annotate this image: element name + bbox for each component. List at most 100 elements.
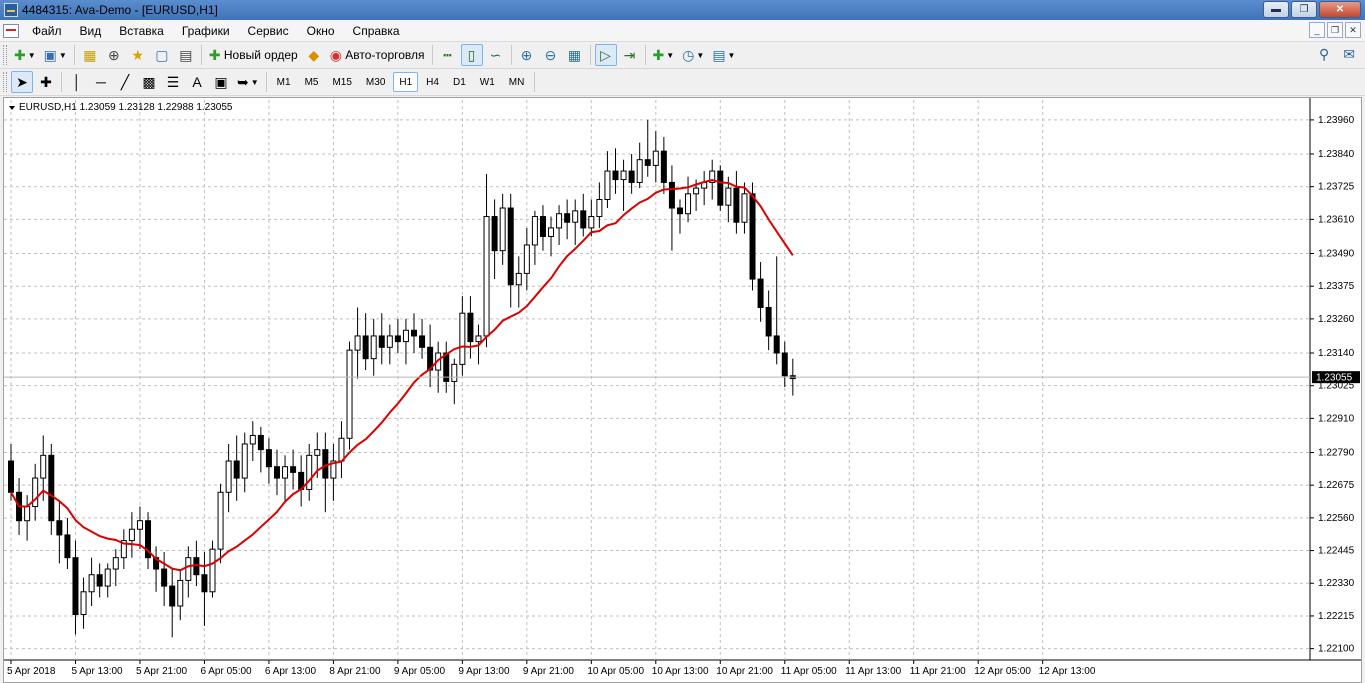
tf-d1[interactable]: D1 [447, 72, 472, 92]
toolbar-grip[interactable] [3, 45, 7, 65]
candle-bull [459, 312, 466, 365]
menu-view[interactable]: Вид [71, 20, 111, 42]
tf-m15[interactable]: M15 [326, 72, 357, 92]
toolbar-separator [61, 72, 62, 92]
time-tick-label: 5 Apr 2018 [7, 666, 56, 677]
tf-m5[interactable]: M5 [299, 72, 325, 92]
candlestick-button[interactable]: ▯ [460, 44, 483, 66]
candle-bear [539, 216, 546, 237]
auto-scroll-icon: ▷ [600, 47, 611, 63]
candle-bull [693, 187, 700, 195]
menu-tools[interactable]: Сервис [239, 20, 298, 42]
candle-bull [572, 210, 579, 223]
data-window-button[interactable]: ⊕ [103, 44, 125, 66]
right-tools: ⚲ ✉ [1319, 46, 1355, 63]
tf-w1[interactable]: W1 [474, 72, 501, 92]
tester-button[interactable]: ▤ [175, 44, 197, 66]
line-chart-icon: ∽ [489, 47, 502, 63]
text-button[interactable]: A [186, 71, 208, 93]
candle-bull [136, 520, 143, 530]
menu-file[interactable]: Файл [23, 20, 71, 42]
price-tick-label: 1.23610 [1318, 214, 1355, 225]
mdi-close-icon[interactable]: ✕ [1345, 22, 1361, 38]
menu-help[interactable]: Справка [344, 20, 409, 42]
minimize-icon[interactable]: ▬ [1263, 1, 1289, 18]
bar-chart-button[interactable]: ┅ [437, 44, 459, 66]
toolbar-separator [431, 45, 433, 65]
time-tick-label: 10 Apr 13:00 [652, 666, 709, 677]
mdi-minimize-icon[interactable]: _ [1309, 22, 1325, 38]
candle-bear [201, 574, 208, 593]
tf-m30[interactable]: M30 [360, 72, 391, 92]
new-chart-button[interactable]: ✚ ▼ [11, 44, 39, 66]
candle-bull [314, 449, 321, 456]
auto-trading-button[interactable]: ◉ Авто-торговля [327, 44, 428, 66]
price-chart[interactable]: 1.23960 1.23840 1.23725 1.23610 1.23490 1.233… [4, 98, 1361, 682]
mdi-restore-icon[interactable]: ❐ [1327, 22, 1343, 38]
candle-bull [451, 363, 458, 382]
new-order-button[interactable]: ✚ Новый ордер [206, 44, 301, 66]
toolbar-grip[interactable] [3, 72, 7, 92]
current-price-label: 1.23055 [1316, 373, 1353, 384]
tf-mn[interactable]: MN [503, 72, 531, 92]
candle-bull [402, 329, 409, 343]
arrows-button[interactable]: ➥ ▼ [234, 71, 262, 93]
price-tick-label: 1.22215 [1318, 611, 1355, 622]
profiles-icon: ▣ [43, 47, 57, 63]
auto-trading-icon: ◉ [329, 47, 342, 63]
navigator-button[interactable]: ★ [127, 44, 149, 66]
candle-bear [362, 335, 369, 360]
terminal-button[interactable]: ▢ [151, 44, 173, 66]
fibonacci-button[interactable]: ☰ [162, 71, 184, 93]
zoom-in-button[interactable]: ⊕ [516, 44, 538, 66]
menu-insert[interactable]: Вставка [110, 20, 173, 42]
horizontal-line-icon: ─ [96, 74, 106, 90]
metaeditor-button[interactable]: ◆ [303, 44, 325, 66]
menu-charts[interactable]: Графики [173, 20, 239, 42]
mdi-controls: _ ❐ ✕ [1309, 22, 1361, 38]
auto-scroll-button[interactable]: ▷ [594, 44, 617, 66]
chart-window[interactable]: 1.23960 1.23840 1.23725 1.23610 1.23490 1.233… [3, 97, 1362, 683]
cursor-button[interactable]: ➤ [11, 71, 33, 93]
time-tick-label: 12 Apr 05:00 [974, 666, 1031, 677]
candle-bear [749, 193, 756, 280]
candle-bull [306, 454, 313, 490]
search-icon[interactable]: ⚲ [1319, 46, 1329, 63]
chart-document-icon[interactable] [3, 23, 19, 38]
tf-h4[interactable]: H4 [420, 72, 445, 92]
standard-toolbar: ✚ ▼ ▣ ▼ ▦ ⊕ ★ ▢ ▤ ✚ Новый ордер ◆ ◉ Авто-т… [0, 42, 1365, 69]
templates-button[interactable]: ▤ ▼ [709, 44, 738, 66]
time-tick-label: 11 Apr 13:00 [845, 666, 901, 677]
tile-windows-button[interactable]: ▦ [564, 44, 586, 66]
candle-bear [644, 159, 651, 166]
close-icon[interactable]: ✕ [1319, 1, 1361, 18]
toolbar-separator [200, 45, 202, 65]
zoom-out-icon: ⊖ [544, 47, 557, 63]
crosshair-icon: ✚ [40, 74, 52, 90]
vertical-line-button[interactable]: │ [66, 71, 88, 93]
text-label-button[interactable]: ▣ [210, 71, 232, 93]
chat-icon[interactable]: ✉ [1343, 46, 1355, 63]
trendline-button[interactable]: ╱ [114, 71, 136, 93]
time-tick-label: 5 Apr 13:00 [71, 666, 123, 677]
line-chart-button[interactable]: ∽ [485, 44, 507, 66]
tf-h1[interactable]: H1 [393, 72, 419, 92]
crosshair-button[interactable]: ✚ [35, 71, 57, 93]
tester-icon: ▤ [179, 47, 193, 63]
market-watch-button[interactable]: ▦ [79, 44, 101, 66]
profiles-button[interactable]: ▣ ▼ [41, 44, 70, 66]
channel-button[interactable]: ▩ [138, 71, 160, 93]
window-title: 4484315: Ava-Demo - [EURUSD,H1] [22, 3, 218, 17]
chevron-down-icon: ▼ [727, 50, 736, 60]
candle-bull [620, 170, 627, 181]
candle-bull [515, 272, 522, 286]
menu-window[interactable]: Окно [298, 20, 344, 42]
horizontal-line-button[interactable]: ─ [90, 71, 112, 93]
maximize-icon[interactable]: ❐ [1291, 1, 1317, 18]
periods-button[interactable]: ◷ ▼ [679, 44, 707, 66]
chevron-down-icon: ▼ [250, 77, 259, 87]
zoom-out-button[interactable]: ⊖ [540, 44, 562, 66]
chart-shift-button[interactable]: ⇥ [619, 44, 641, 66]
tf-m1[interactable]: M1 [271, 72, 297, 92]
indicators-button[interactable]: ✚ ▼ [650, 44, 678, 66]
